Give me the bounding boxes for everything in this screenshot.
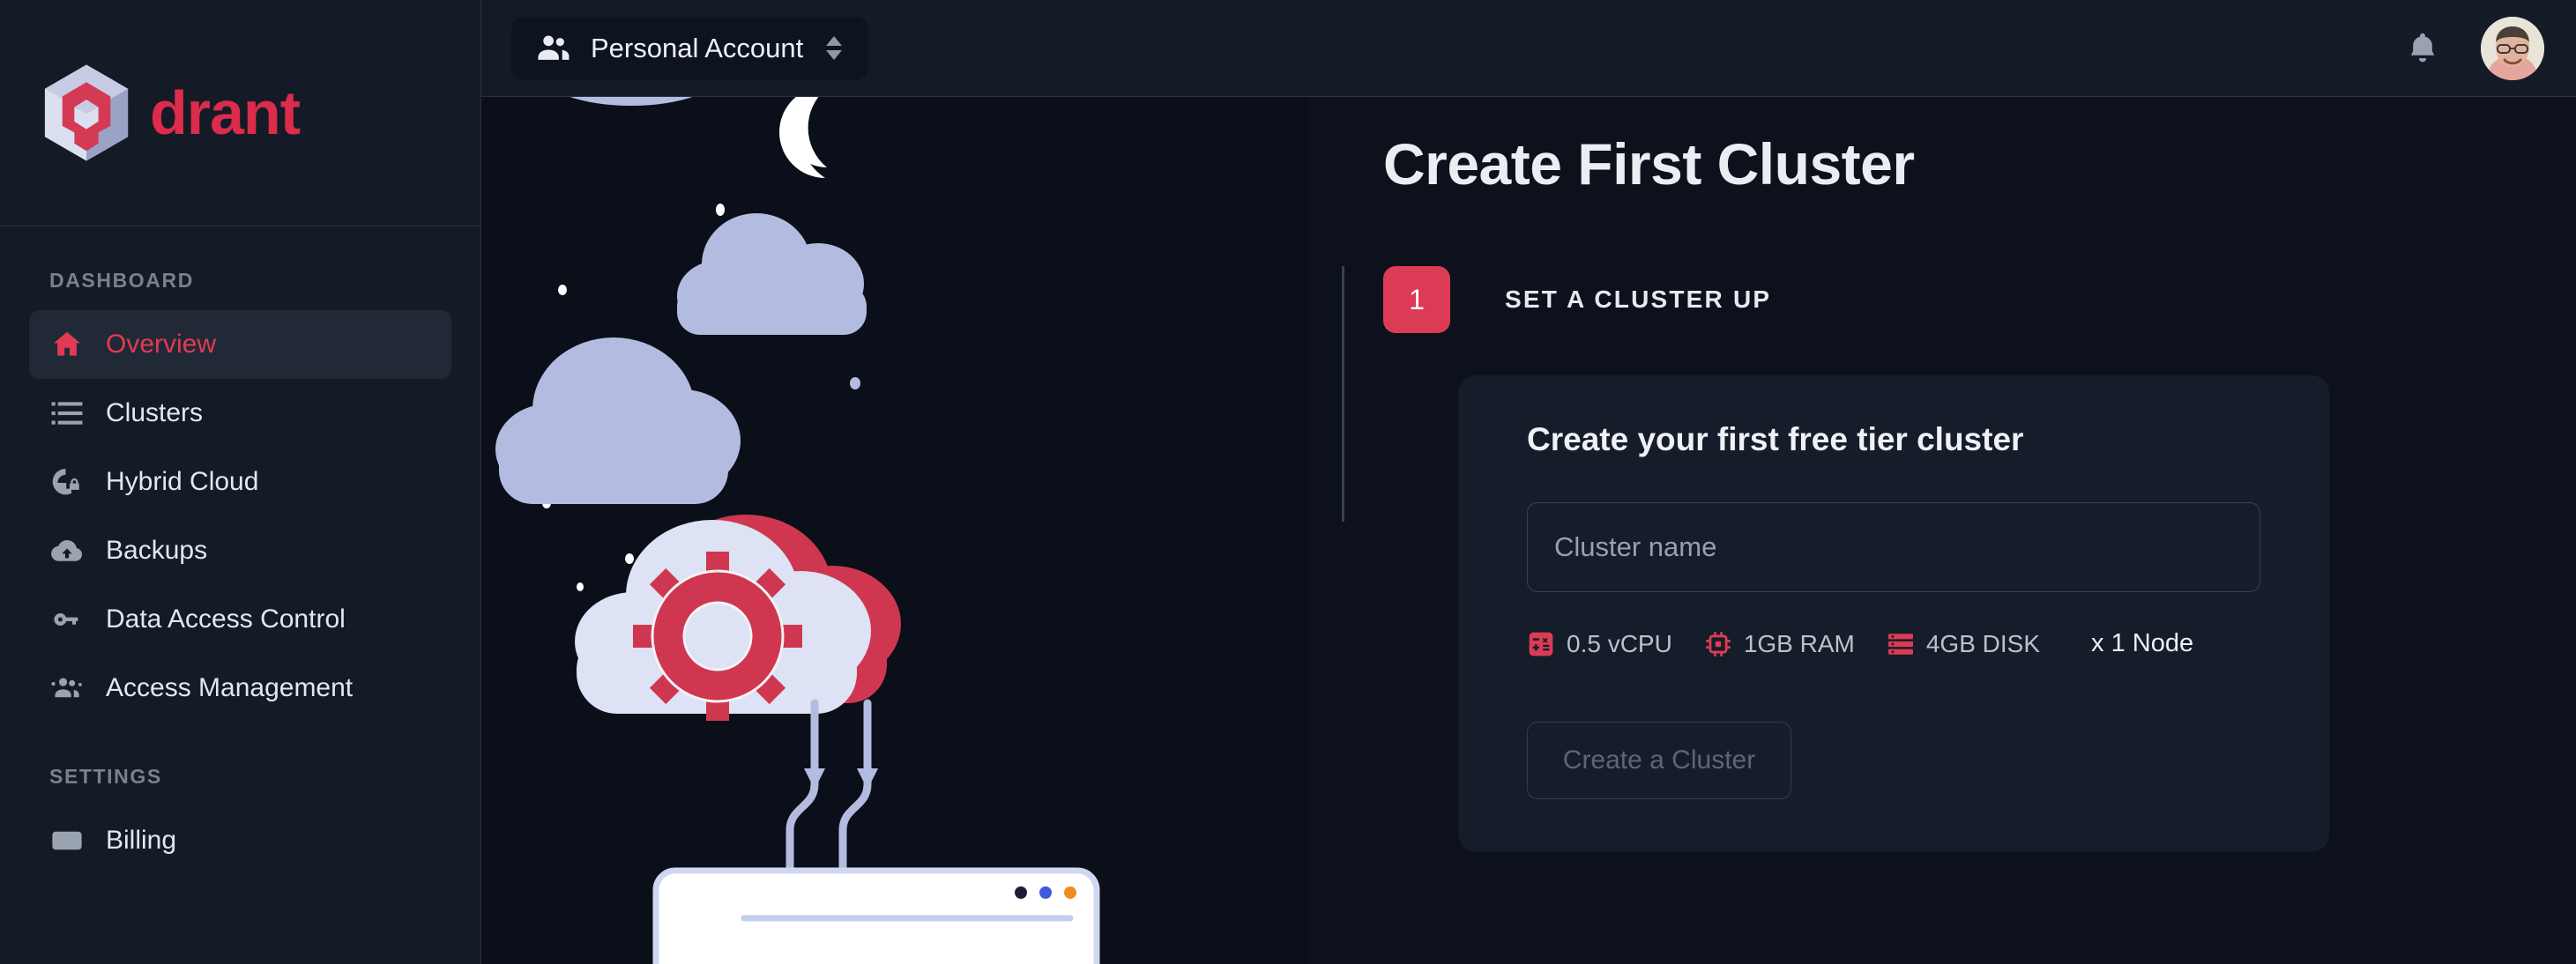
globe-lock-icon [49, 464, 85, 500]
main-area: Personal Account Create First Cluster 1 … [481, 0, 2576, 964]
avatar[interactable] [2481, 16, 2544, 80]
sidebar-item-clusters[interactable]: Clusters [29, 379, 451, 448]
clusters-icon [49, 396, 85, 431]
sidebar-section-dashboard-label: DASHBOARD [49, 269, 194, 292]
people-icon [49, 671, 85, 706]
account-name-label: Personal Account [591, 32, 804, 63]
sidebar-section-settings-label: SETTINGS [49, 765, 162, 788]
step-badge: 1 [1383, 266, 1450, 333]
sidebar-item-label: Hybrid Cloud [106, 467, 259, 496]
calculator-icon [1527, 630, 1555, 658]
night-sky-cloud-cluster-illustration [481, 97, 1308, 964]
qdrant-logo-icon [32, 58, 141, 167]
top-bar-actions [2403, 16, 2576, 80]
create-cluster-panel: Create First Cluster 1 SET A CLUSTER UP … [1308, 97, 2576, 964]
page-title: Create First Cluster [1383, 131, 1915, 197]
sidebar-item-data-access-control[interactable]: Data Access Control [29, 585, 451, 654]
key-icon [49, 602, 85, 637]
bell-icon[interactable] [2403, 29, 2442, 68]
cloud-up-icon [49, 533, 85, 568]
spec-ram: 1GB RAM [1704, 630, 1855, 658]
create-cluster-card: Create your first free tier cluster Clus… [1458, 375, 2329, 852]
cluster-specs: 0.5 vCPU 1GB RAM 4GB DISK x 1 Node [1527, 629, 2260, 658]
sidebar-item-label: Overview [106, 330, 217, 359]
content-split: Create First Cluster 1 SET A CLUSTER UP … [481, 97, 2576, 964]
sidebar-item-label: Clusters [106, 398, 204, 427]
sidebar-item-access-management[interactable]: Access Management [29, 654, 451, 723]
card-title: Create your first free tier cluster [1527, 421, 2024, 457]
cluster-name-input[interactable] [1527, 502, 2260, 592]
sidebar-item-overview[interactable]: Overview [29, 310, 451, 379]
brand-name: drant [150, 78, 301, 147]
app-root: drant DASHBOARD Overview Clusters Hybrid… [0, 0, 2576, 964]
sidebar-item-label: Billing [106, 826, 177, 855]
step-connector-line [1342, 266, 1344, 522]
sidebar-item-label: Access Management [106, 673, 354, 702]
sidebar-item-billing[interactable]: Billing [29, 806, 451, 875]
spec-vcpu: 0.5 vCPU [1527, 630, 1672, 658]
memory-chip-icon [1704, 630, 1732, 658]
disk-stack-icon [1887, 630, 1915, 658]
node-count-label: x 1 Node [2091, 629, 2194, 657]
sidebar-item-label: Backups [106, 536, 208, 565]
sidebar-item-hybrid-cloud[interactable]: Hybrid Cloud [29, 448, 451, 516]
brand-logo[interactable]: drant [0, 0, 480, 226]
home-icon [49, 327, 85, 362]
create-cluster-button[interactable]: Create a Cluster [1527, 722, 1791, 799]
chevron-updown-icon [826, 36, 843, 60]
sidebar: drant DASHBOARD Overview Clusters Hybrid… [0, 0, 481, 964]
card-icon [49, 823, 85, 858]
spec-label: 0.5 vCPU [1567, 629, 1672, 657]
step-header: 1 SET A CLUSTER UP [1383, 266, 2576, 333]
sidebar-item-backups[interactable]: Backups [29, 516, 451, 585]
spec-disk: 4GB DISK [1887, 630, 2040, 658]
sidebar-item-label: Data Access Control [106, 604, 346, 634]
step-title: SET A CLUSTER UP [1505, 285, 1772, 313]
top-bar: Personal Account [481, 0, 2576, 97]
spec-label: 1GB RAM [1743, 629, 1855, 657]
people-icon [534, 29, 573, 68]
account-switcher[interactable]: Personal Account [511, 16, 869, 80]
spec-label: 4GB DISK [1925, 629, 2041, 657]
